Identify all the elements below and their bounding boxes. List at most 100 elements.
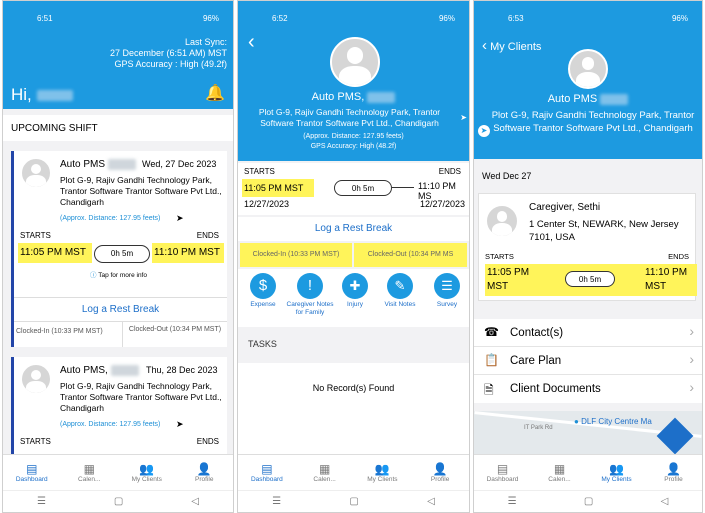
starts-label: STARTS xyxy=(244,167,275,176)
clocked-out-status: Clocked-Out (10:34 PM MS xyxy=(354,243,467,267)
status-bar: 6:51 96% xyxy=(3,1,233,35)
client-avatar xyxy=(330,37,380,87)
tab-profile[interactable]: 👤 Profile xyxy=(645,455,702,490)
clocked-in-status: Clocked-In (10:33 PM MST) xyxy=(240,243,352,267)
gps-accuracy: GPS Accuracy: High (48.2f) xyxy=(310,143,397,150)
log-rest-break-button[interactable]: Log a Rest Break xyxy=(14,297,227,315)
injury-button[interactable]: ✚ Injury xyxy=(340,273,370,308)
tab-calendar[interactable]: ▦ Calen... xyxy=(296,455,354,490)
dashboard-header: Last Sync: 27 December (6:51 AM) MST GPS… xyxy=(3,35,233,109)
contacts-menu-item[interactable]: ☎ Contact(s) › xyxy=(474,319,702,347)
tab-dashboard[interactable]: ▤ Dashboard xyxy=(3,455,61,490)
road-label: IT Park Rd xyxy=(524,425,553,431)
back-button[interactable]: ‹ My Clients xyxy=(482,37,541,54)
tap-info[interactable]: ⓘ Tap for more info xyxy=(90,269,147,279)
back-icon[interactable]: ◁ xyxy=(661,496,669,507)
duration-pill: 0h 5m xyxy=(94,245,150,263)
client-address: Plot G-9, Rajiv Gandhi Technology Park, … xyxy=(491,110,695,134)
chevron-right-icon: › xyxy=(689,351,694,367)
phone-24-icon: ☎ xyxy=(484,325,499,339)
shift-detail-header: ‹ Auto PMS, Plot G-9, Rajiv Gandhi Techn… xyxy=(238,31,469,161)
greeting: Hi, xyxy=(11,85,73,105)
clients-icon: 👥 xyxy=(609,462,624,476)
back-icon[interactable]: ◁ xyxy=(191,496,199,507)
recents-icon[interactable]: ☰ xyxy=(37,496,46,507)
status-bar: 6:52 96% xyxy=(238,1,469,35)
shift-date: Thu, 28 Dec 2023 xyxy=(146,365,218,375)
visit-notes-button[interactable]: ✎ Visit Notes xyxy=(380,273,420,308)
care-plan-menu-item[interactable]: 📋 Care Plan › xyxy=(474,347,702,375)
start-time: 11:05 PM MST xyxy=(18,243,92,263)
navigation-icon[interactable]: ➤ xyxy=(176,419,184,430)
tab-dashboard[interactable]: ▤ Dashboard xyxy=(238,455,296,490)
tab-my-clients[interactable]: 👥 My Clients xyxy=(354,455,412,490)
checklist-icon: ☰ xyxy=(434,273,460,299)
home-icon[interactable]: ▢ xyxy=(584,496,593,507)
battery-level: 96% xyxy=(202,13,219,23)
calendar-icon: ▦ xyxy=(83,462,95,476)
navigation-icon[interactable]: ➤ xyxy=(460,113,467,122)
status-bar: 6:53 96% xyxy=(474,1,702,35)
shift-card-2[interactable]: Auto PMS, Thu, 28 Dec 2023 Plot G-9, Raj… xyxy=(11,357,227,457)
tab-my-clients[interactable]: 👥 My Clients xyxy=(588,455,645,490)
system-nav-bar: ☰ ▢ ◁ xyxy=(474,490,702,512)
shift-distance: (Approx. Distance: 127.95 feets) xyxy=(60,421,161,428)
clients-icon: 👥 xyxy=(374,462,390,476)
dashboard-icon: ▤ xyxy=(261,462,273,476)
notes-icon: ✎ xyxy=(387,273,413,299)
expense-button[interactable]: $ Expense xyxy=(248,273,278,308)
dashboard-icon: ▤ xyxy=(496,462,509,476)
profile-icon: 👤 xyxy=(666,462,681,476)
client-documents-menu-item[interactable]: 🗎 Client Documents › xyxy=(474,375,702,403)
bottom-tab-bar: ▤ Dashboard ▦ Calen... 👥 My Clients 👤 Profil… xyxy=(3,454,233,490)
directions-icon[interactable] xyxy=(656,417,694,455)
shift-address: Plot G-9, Rajiv Gandhi Technology Park, … xyxy=(60,175,222,207)
end-date: 12/27/2023 xyxy=(419,199,465,209)
client-avatar xyxy=(20,157,52,189)
visit-card[interactable]: Caregiver, Sethi 1 Center St, NEWARK, Ne… xyxy=(478,193,697,301)
log-rest-break-button[interactable]: Log a Rest Break xyxy=(238,217,469,241)
navigation-icon[interactable]: ➤ xyxy=(176,213,184,224)
tab-profile[interactable]: 👤 Profile xyxy=(411,455,469,490)
home-icon[interactable]: ▢ xyxy=(114,496,123,507)
client-address: Plot G-9, Rajiv Gandhi Technology Park, … xyxy=(258,107,441,128)
status-time: 6:51 xyxy=(37,13,53,23)
back-arrow-icon[interactable]: ‹ xyxy=(248,31,255,54)
tab-profile[interactable]: 👤 Profile xyxy=(176,455,234,490)
end-time: 11:10 PM MST xyxy=(152,243,224,263)
ends-label: ENDS xyxy=(196,437,219,446)
clocked-in-status: Clocked-In (10:33 PM MST) xyxy=(14,321,122,341)
caregiver-notes-button[interactable]: ! Caregiver Notes for Family xyxy=(282,273,338,317)
end-time: 11:10 PM MST xyxy=(645,267,688,292)
profile-icon: 👤 xyxy=(196,462,212,476)
bell-icon[interactable]: 🔔 xyxy=(205,83,225,103)
shift-card[interactable]: Auto PMS Wed, 27 Dec 2023 Plot G-9, Raji… xyxy=(11,151,227,347)
tasks-list: No Record(s) Found xyxy=(238,363,469,455)
home-icon[interactable]: ▢ xyxy=(349,496,358,507)
tab-calendar[interactable]: ▦ Calen... xyxy=(61,455,119,490)
action-bar: $ Expense ! Caregiver Notes for Family ✚ In… xyxy=(238,269,469,327)
map-view[interactable]: IT Park Rd ● DLF City Centre Ma xyxy=(474,411,702,455)
chevron-left-icon: ‹ xyxy=(482,37,487,54)
clocked-out-status: Clocked-Out (10:34 PM MST) xyxy=(122,321,227,347)
start-date: 12/27/2023 xyxy=(244,199,290,209)
last-sync-value: 27 December (6:51 AM) MST xyxy=(109,48,227,58)
map-pin-icon: ● xyxy=(574,417,579,426)
info-icon: ⓘ xyxy=(90,272,97,279)
profile-icon: 👤 xyxy=(432,462,448,476)
system-nav-bar: ☰ ▢ ◁ xyxy=(238,490,469,512)
survey-button[interactable]: ☰ Survey xyxy=(430,273,464,308)
no-records-text: No Record(s) Found xyxy=(312,383,395,393)
tab-dashboard[interactable]: ▤ Dashboard xyxy=(474,455,531,490)
caregiver-avatar xyxy=(485,204,519,238)
back-icon[interactable]: ◁ xyxy=(427,496,435,507)
bandage-icon: ✚ xyxy=(342,273,368,299)
tab-my-clients[interactable]: 👥 My Clients xyxy=(118,455,176,490)
documents-icon: 🗎 xyxy=(484,383,494,397)
location-icon[interactable]: ➤ xyxy=(478,125,490,137)
recents-icon[interactable]: ☰ xyxy=(508,496,517,507)
battery-level: 96% xyxy=(671,13,688,23)
clipboard-icon: 📋 xyxy=(484,353,499,367)
recents-icon[interactable]: ☰ xyxy=(272,496,281,507)
tab-calendar[interactable]: ▦ Calen... xyxy=(531,455,588,490)
